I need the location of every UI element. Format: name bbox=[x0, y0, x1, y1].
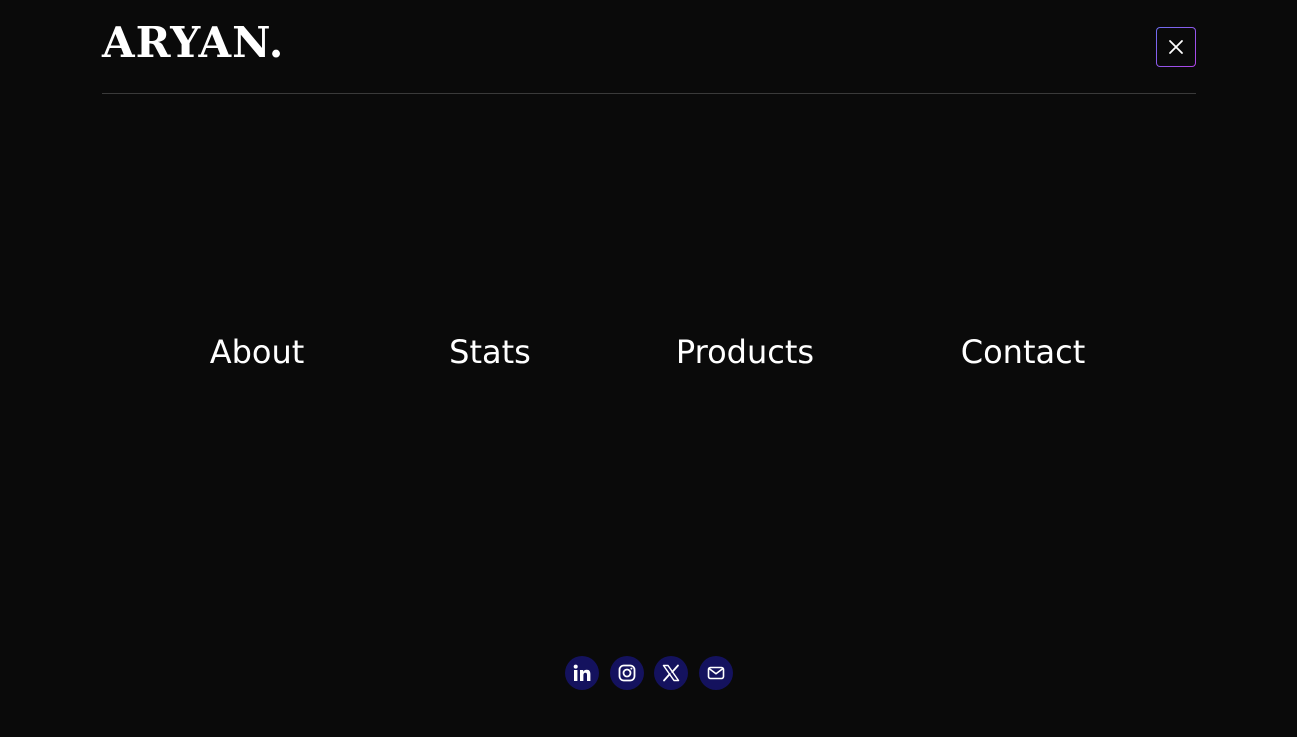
instagram-link[interactable] bbox=[609, 656, 644, 690]
email-link[interactable] bbox=[698, 656, 733, 690]
linkedin-icon bbox=[573, 664, 591, 681]
x-twitter-link[interactable] bbox=[654, 656, 688, 690]
site-header: ARYAN. bbox=[102, 0, 1196, 94]
nav-link-products[interactable]: Products bbox=[676, 330, 814, 374]
nav-link-about[interactable]: About bbox=[210, 330, 305, 374]
close-icon bbox=[1169, 40, 1183, 54]
instagram-icon bbox=[618, 664, 635, 682]
main-menu: About Stats Products Contact bbox=[0, 330, 1297, 374]
nav-link-contact[interactable]: Contact bbox=[961, 330, 1086, 374]
social-links bbox=[565, 656, 733, 690]
linkedin-link[interactable] bbox=[565, 656, 599, 690]
logo[interactable]: ARYAN. bbox=[102, 22, 284, 64]
nav-link-stats[interactable]: Stats bbox=[449, 330, 531, 374]
close-menu-button[interactable] bbox=[1156, 27, 1196, 67]
x-icon bbox=[662, 664, 680, 682]
mail-icon bbox=[707, 666, 724, 680]
